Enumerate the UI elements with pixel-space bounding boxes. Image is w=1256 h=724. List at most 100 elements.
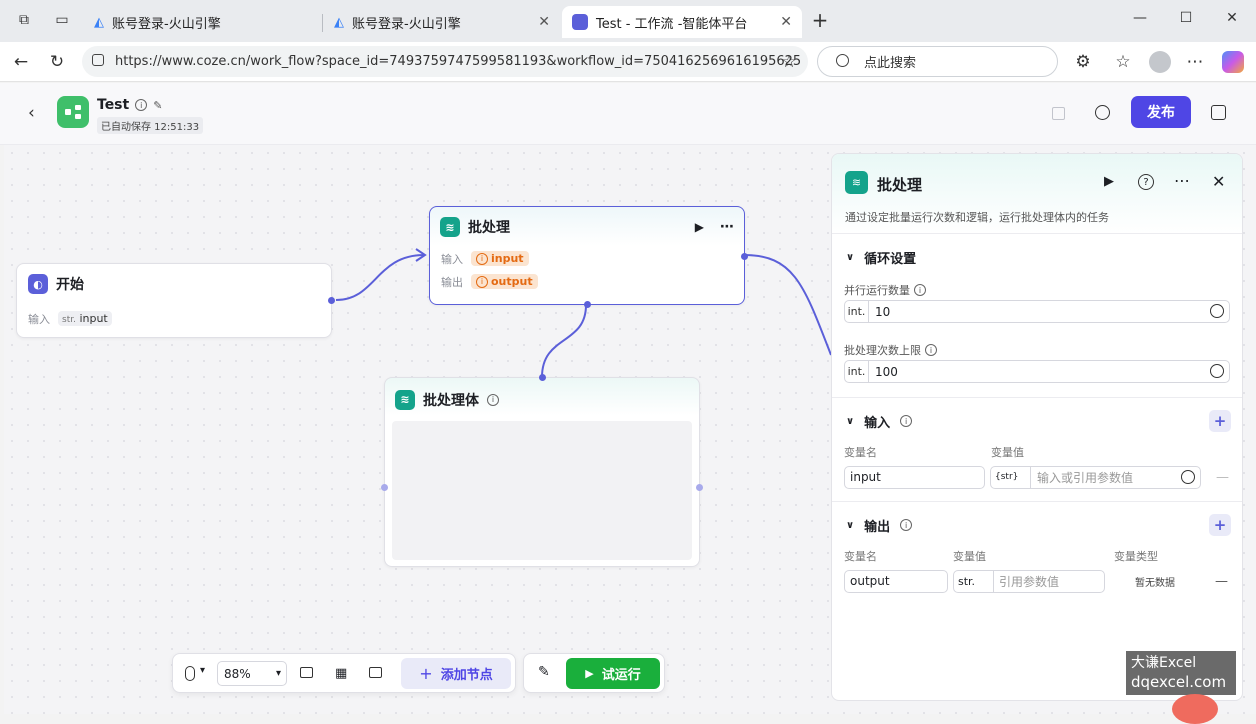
input-section-header[interactable]: ∨ 输入 i + [832, 398, 1242, 444]
canvas-toolbar: ▾ 88% ▾ ▦ + 添加节点 [172, 653, 516, 693]
mouse-mode-icon[interactable] [185, 666, 195, 681]
more-options-icon[interactable]: ⋯ [1174, 171, 1190, 190]
tab-1[interactable]: ◭ 账号登录-火山引擎 [84, 6, 320, 38]
info-icon[interactable]: i [925, 344, 937, 356]
tab-2[interactable]: ◭ 账号登录-火山引擎 ✕ [324, 6, 560, 38]
start-input-label: 输入 [28, 312, 50, 326]
batch-body-node[interactable]: ≋ 批处理体 i [381, 374, 703, 567]
edge-batch-next [743, 254, 832, 356]
batch-input-label: 输入 [441, 252, 463, 266]
help-icon[interactable]: ? [1138, 174, 1154, 190]
info-icon[interactable]: i [487, 393, 499, 406]
more-icon[interactable]: ⋯ [1184, 51, 1206, 73]
batch-output-label: 输出 [441, 275, 463, 289]
tab-3-active[interactable]: Test - 工作流 -智能体平台 ✕ [562, 6, 802, 38]
output-var-value-field[interactable]: str. 引用参数值 [953, 569, 1105, 593]
close-icon[interactable]: ✕ [1212, 172, 1225, 191]
profile-avatar[interactable] [1149, 51, 1171, 73]
batch-input-chip: i input [471, 251, 529, 266]
output-col-name: 变量名 [844, 550, 877, 563]
more-options-icon[interactable]: ⋯ [720, 219, 734, 235]
info-icon[interactable]: i [900, 415, 913, 427]
extensions-icon[interactable]: ⚙ [1072, 51, 1094, 73]
variable-ref-icon[interactable] [1210, 364, 1224, 378]
info-icon[interactable]: i [900, 519, 913, 531]
grid-icon[interactable]: ▦ [335, 666, 347, 681]
batch-body-area[interactable] [392, 421, 692, 560]
run-node-icon[interactable]: ▶ [695, 220, 704, 234]
publish-button[interactable]: 发布 [1131, 96, 1191, 128]
variable-ref-icon[interactable] [1181, 469, 1195, 484]
info-icon[interactable]: i [135, 99, 148, 111]
watermark: 大谦Excel dqexcel.com [1126, 651, 1236, 695]
add-input-button[interactable]: + [1209, 410, 1231, 432]
copy-icon[interactable] [1052, 107, 1065, 120]
favorites-icon[interactable]: ☆ [1112, 51, 1134, 73]
parallel-label: 并行运行数量 i [832, 280, 1242, 300]
back-arrow-icon[interactable]: ‹ [28, 103, 35, 123]
close-window-icon[interactable]: ✕ [1222, 10, 1242, 26]
add-output-button[interactable]: + [1209, 514, 1231, 536]
play-icon: ▶ [585, 667, 594, 680]
tab-actions-icon[interactable]: ▭ [52, 12, 72, 28]
variable-ref-icon[interactable] [1210, 304, 1224, 318]
input-var-value-field[interactable]: {str} 输入或引用参数值 [990, 465, 1201, 489]
url-field[interactable]: https://www.coze.cn/work_flow?space_id=7… [82, 46, 808, 77]
layout-toggle-icon[interactable] [1211, 105, 1226, 120]
new-tab-icon[interactable]: + [810, 8, 830, 32]
panel-description: 通过设定批量运行次数和逻辑，运行批处理体内的任务 [845, 211, 1109, 224]
input-type-select[interactable]: {str} [991, 466, 1031, 488]
run-toolbar: ✎ ▶ 试运行 [523, 653, 665, 693]
edit-icon[interactable]: ✎ [153, 99, 162, 112]
chevron-down-icon: ∨ [846, 251, 855, 263]
search-input[interactable]: 点此搜索 [817, 46, 1058, 77]
zoom-select[interactable]: 88% ▾ [217, 661, 287, 686]
tab-close-icon[interactable]: ✕ [538, 14, 550, 30]
batch-node[interactable]: ≋ 批处理 ▶ ⋯ 输入 i input 输出 i output [429, 206, 748, 308]
start-node-title: 开始 [56, 277, 84, 293]
wrench-icon[interactable]: ✎ [538, 664, 550, 680]
batch-body-port[interactable] [584, 301, 591, 308]
chevron-down-icon: ▾ [275, 668, 281, 679]
tab-close-icon[interactable]: ✕ [780, 14, 792, 30]
input-var-name-field[interactable]: input [844, 465, 985, 489]
loop-section-header[interactable]: ∨ 循环设置 [832, 234, 1242, 280]
output-section-header[interactable]: ∨ 输出 i + [832, 502, 1242, 548]
start-output-port[interactable] [328, 297, 335, 304]
batch-body-title: 批处理体 [423, 392, 479, 409]
batch-output-port[interactable] [741, 253, 748, 260]
chevron-down-icon[interactable]: ▾ [200, 665, 205, 676]
maximize-icon[interactable]: ☐ [1176, 10, 1196, 26]
lock-icon [92, 54, 104, 66]
start-node[interactable]: ◐ 开始 输入 str. input [16, 263, 335, 338]
history-icon[interactable] [1095, 105, 1110, 120]
output-var-name-field[interactable]: output [844, 569, 948, 593]
remove-input-icon[interactable]: — [1216, 470, 1229, 485]
batch-body-left-port[interactable] [381, 484, 388, 491]
volcano-logo-icon: ◭ [334, 14, 344, 30]
refresh-icon[interactable]: ↻ [46, 51, 68, 73]
back-icon[interactable]: ← [10, 51, 32, 73]
batch-body-top-port[interactable] [539, 374, 546, 381]
info-icon[interactable]: i [914, 284, 926, 296]
favorite-star-icon[interactable]: ☆ [778, 51, 800, 73]
output-col-value: 变量值 [953, 550, 986, 563]
output-type-value: 暂无数据 [1135, 577, 1175, 589]
workflow-header: ‹ Test i ✎ 已自动保存 12:51:33 发布 [0, 83, 1256, 145]
minimap-icon[interactable] [369, 667, 382, 678]
batch-body-right-port[interactable] [696, 484, 703, 491]
copilot-icon[interactable] [1222, 51, 1244, 73]
add-node-button[interactable]: + 添加节点 [401, 658, 511, 689]
run-node-icon[interactable]: ▶ [1104, 174, 1114, 189]
assistant-avatar[interactable] [1172, 694, 1218, 724]
workflow-logo-icon [57, 96, 89, 128]
batch-limit-input[interactable]: int. 100 [844, 360, 1230, 383]
remove-output-icon[interactable]: — [1215, 574, 1228, 589]
parallel-count-input[interactable]: int. 10 [844, 300, 1230, 323]
panel-header: ≋ 批处理 ▶ ? ⋯ ✕ 通过设定批量运行次数和逻辑，运行批处理体内的任务 [832, 154, 1242, 234]
comment-icon[interactable] [300, 667, 313, 678]
workspaces-icon[interactable]: ⧉ [14, 12, 34, 28]
test-run-button[interactable]: ▶ 试运行 [566, 658, 660, 689]
output-type-select[interactable]: str. [954, 570, 994, 592]
minimize-icon[interactable]: — [1130, 10, 1150, 26]
